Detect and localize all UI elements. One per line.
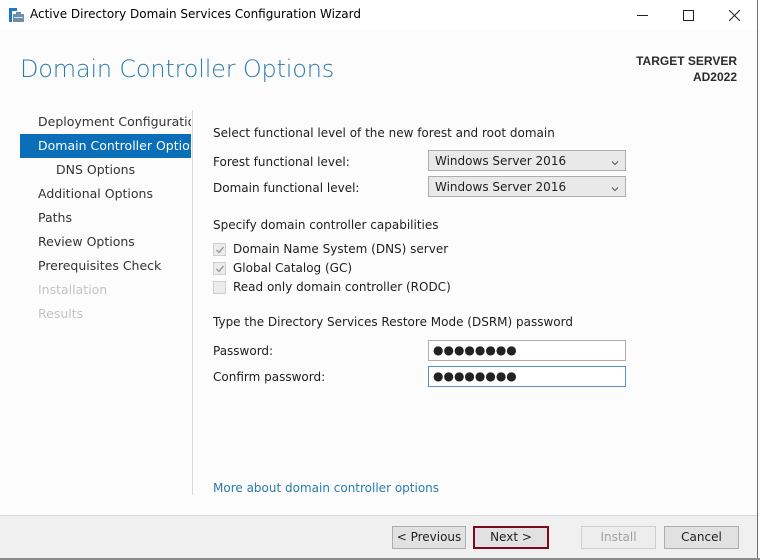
minimize-icon (636, 10, 648, 21)
nav-divider (192, 110, 193, 495)
nav-item-installation: Installation (38, 282, 108, 297)
checkmark-icon (216, 246, 225, 254)
close-button[interactable] (711, 0, 757, 30)
domain-functional-level-value: Windows Server 2016 (435, 180, 567, 194)
cancel-button[interactable]: Cancel (664, 526, 739, 549)
chevron-down-icon (611, 155, 619, 169)
nav-item-results: Results (38, 306, 84, 321)
dns-server-checkbox[interactable] (213, 242, 226, 256)
page-title: Domain Controller Options (20, 55, 335, 83)
wizard-navigation: Deployment Configuration Domain Controll… (20, 110, 191, 326)
rodc-label: Read only domain controller (RODC) (233, 280, 451, 294)
maximize-icon (682, 9, 694, 21)
window-title: Active Directory Domain Services Configu… (30, 7, 361, 21)
ad-ds-wizard-icon (9, 8, 24, 22)
capabilities-heading: Specify domain controller capabilities (213, 218, 439, 232)
close-icon (728, 9, 740, 21)
maximize-button[interactable] (665, 0, 711, 30)
target-server-label: TARGET SERVER (636, 54, 737, 68)
confirm-password-value: ●●●●●●●● (433, 369, 517, 383)
rodc-checkbox-row[interactable]: Read only domain controller (RODC) (213, 278, 451, 296)
minimize-button[interactable] (619, 0, 665, 30)
nav-item-paths[interactable]: Paths (20, 206, 191, 230)
confirm-password-field[interactable]: ●●●●●●●● (428, 366, 626, 387)
nav-item-deployment-configuration[interactable]: Deployment Configuration (20, 110, 191, 134)
global-catalog-checkbox[interactable] (213, 261, 226, 275)
nav-item-prerequisites-check[interactable]: Prerequisites Check (20, 254, 191, 278)
dns-server-label: Domain Name System (DNS) server (233, 242, 449, 256)
nav-item-review-options[interactable]: Review Options (20, 230, 191, 254)
checkmark-icon (216, 265, 225, 273)
nav-item-dns-options[interactable]: DNS Options (20, 158, 191, 182)
nav-item-additional-options[interactable]: Additional Options (20, 182, 191, 206)
rodc-checkbox[interactable] (213, 280, 226, 294)
dsrm-heading: Type the Directory Services Restore Mode… (213, 315, 573, 329)
password-value: ●●●●●●●● (433, 343, 517, 357)
wizard-window: Active Directory Domain Services Configu… (0, 0, 758, 559)
forest-functional-level-select[interactable]: Windows Server 2016 (428, 150, 626, 171)
forest-functional-level-label: Forest functional level: (213, 155, 350, 169)
confirm-password-label: Confirm password: (213, 370, 326, 384)
dns-server-checkbox-row[interactable]: Domain Name System (DNS) server (213, 240, 448, 258)
domain-functional-level-select[interactable]: Windows Server 2016 (428, 176, 626, 197)
global-catalog-label: Global Catalog (GC) (233, 261, 353, 275)
target-server: TARGET SERVER AD2022 (636, 53, 737, 85)
global-catalog-checkbox-row[interactable]: Global Catalog (GC) (213, 259, 352, 277)
password-field[interactable]: ●●●●●●●● (428, 340, 626, 361)
chevron-down-icon (611, 181, 619, 195)
install-button: Install (581, 526, 656, 549)
more-about-dc-options-link[interactable]: More about domain controller options (213, 481, 439, 495)
next-button[interactable]: Next > (473, 526, 549, 549)
functional-level-heading: Select functional level of the new fores… (213, 126, 555, 140)
password-label: Password: (213, 344, 274, 358)
nav-item-domain-controller-options[interactable]: Domain Controller Options (20, 134, 191, 158)
forest-functional-level-value: Windows Server 2016 (435, 154, 567, 168)
title-bar: Active Directory Domain Services Configu… (0, 0, 757, 30)
target-server-name: AD2022 (692, 70, 737, 84)
domain-functional-level-label: Domain functional level: (213, 181, 360, 195)
previous-button[interactable]: < Previous (392, 526, 466, 549)
